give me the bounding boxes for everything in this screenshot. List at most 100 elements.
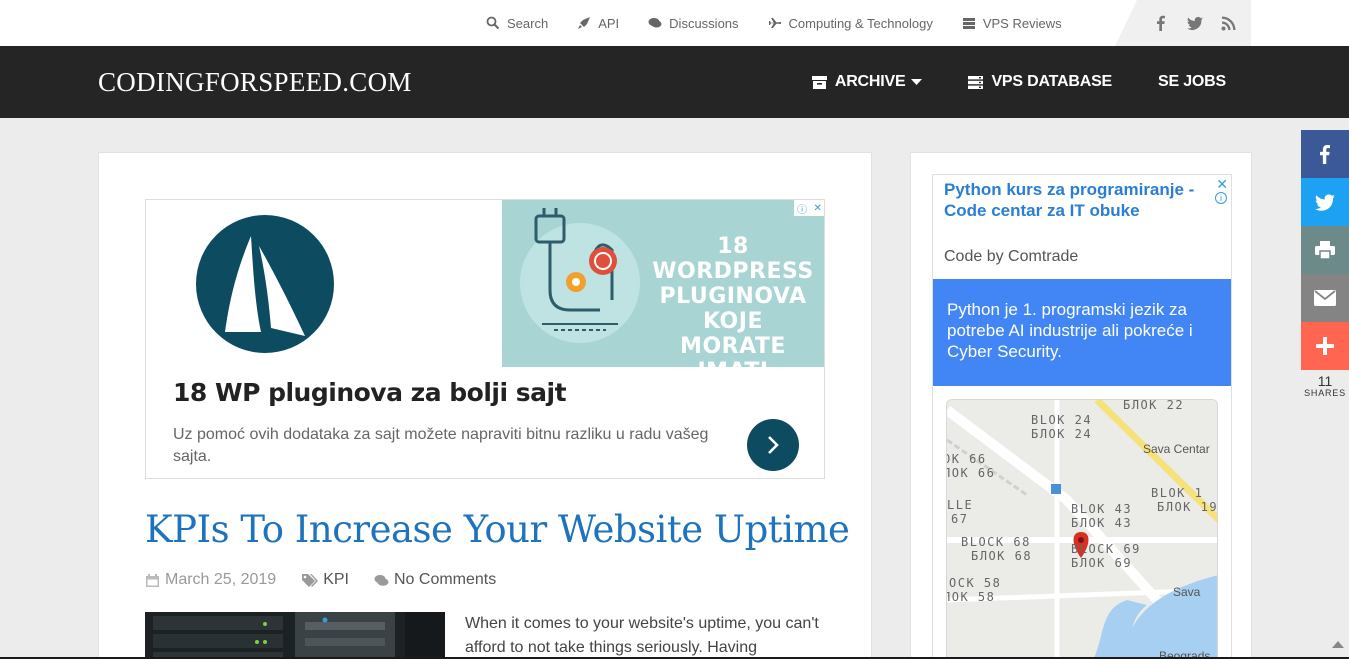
sidebar-ad-title[interactable]: Python kurs za programiranje - Code cent…	[944, 179, 1204, 221]
caret-down-icon	[911, 78, 923, 85]
post-intro: When it comes to your website's uptime, …	[465, 615, 819, 656]
top-link-label: Computing & Technology	[788, 15, 933, 31]
map-label: BLOCK 69	[1071, 542, 1141, 556]
archive-icon	[811, 75, 827, 89]
top-link-label: Discussions	[669, 15, 739, 31]
facebook-icon[interactable]	[1153, 15, 1169, 31]
map-label: BLOK 24	[1031, 413, 1093, 427]
nav-label: ARCHIVE	[834, 73, 906, 90]
map-label: БЛОК 24	[1031, 427, 1093, 441]
plus-icon	[1316, 337, 1334, 355]
main-content: 18 WORDPRESS PLUGINOVA KOJE MORATE IMATI…	[98, 152, 872, 659]
nav-label: VPS DATABASE	[991, 73, 1113, 90]
chevron-right-icon	[768, 436, 779, 454]
top-link-computing[interactable]: Computing & Technology	[768, 16, 933, 31]
post-title[interactable]: KPIs To Increase Your Website Uptime	[145, 508, 850, 551]
map-label: BLOCK 68	[961, 535, 1031, 549]
sidebar: Python kurs za programiranje - Code cent…	[910, 152, 1252, 659]
map-label: БЛОК 43	[1071, 516, 1133, 530]
nav-archive[interactable]: ARCHIVE	[811, 73, 923, 91]
share-more-button[interactable]	[1301, 322, 1349, 370]
sidebar-ad-advertiser: Code by Comtrade	[944, 248, 1079, 265]
calendar-icon	[146, 573, 159, 587]
map-label: ЛОК 66	[946, 466, 996, 480]
top-utility-bar: Search API Discussions Computing & Techn…	[0, 0, 1349, 46]
email-icon	[1314, 290, 1336, 306]
top-link-api[interactable]: API	[577, 16, 619, 31]
main-nav: ARCHIVE VPS DATABASE SE JOBS	[766, 46, 1226, 118]
top-social-links	[1115, 0, 1251, 46]
post-thumbnail[interactable]	[145, 612, 445, 659]
share-bar: 11 SHARES	[1301, 130, 1349, 398]
share-facebook-button[interactable]	[1301, 130, 1349, 178]
info-icon[interactable]: ⓘ	[797, 201, 807, 216]
comments-link[interactable]: No Comments	[394, 571, 496, 589]
share-count-number: 11	[1317, 373, 1333, 389]
category-link[interactable]: KPI	[323, 571, 349, 589]
map-label: ЛОК 58	[946, 590, 996, 604]
map-label: LLE	[947, 498, 974, 512]
print-icon	[1315, 241, 1335, 259]
map-label: OCK 58	[949, 576, 1002, 590]
ad-title[interactable]: 18 WP pluginova za bolji sajt	[173, 378, 567, 407]
sidebar-ad-map[interactable]: БЛОК 22 BLOK 24 БЛОК 24 Sava Centar OK 6…	[946, 399, 1218, 659]
post-comments[interactable]: No Comments	[374, 571, 496, 589]
map-label: БЛОК 22	[1123, 399, 1185, 412]
close-icon[interactable]: ✕	[1216, 176, 1228, 193]
site-header: CODINGFORSPEED.COM ARCHIVE VPS DATABASE …	[0, 46, 1349, 118]
share-email-button[interactable]	[1301, 274, 1349, 322]
top-link-label: Search	[507, 15, 549, 31]
map-label: BLOK 1	[1151, 486, 1204, 500]
nav-se-jobs[interactable]: SE JOBS	[1158, 73, 1226, 91]
ad-banner[interactable]: 18 WORDPRESS PLUGINOVA KOJE MORATE IMATI…	[145, 199, 825, 479]
ad-choices[interactable]: ⓘ ✕	[794, 200, 824, 216]
rocket-icon	[578, 17, 591, 29]
top-nav: Search API Discussions Computing & Techn…	[486, 0, 1091, 46]
ad-image: 18 WORDPRESS PLUGINOVA KOJE MORATE IMATI	[502, 200, 824, 384]
rss-icon[interactable]	[1221, 15, 1237, 31]
sailboat-logo	[196, 215, 334, 353]
close-icon[interactable]: ✕	[813, 203, 821, 214]
server-icon	[962, 18, 975, 29]
share-count: 11 SHARES	[1301, 374, 1349, 398]
info-icon[interactable]: i	[1215, 192, 1227, 204]
twitter-icon[interactable]	[1187, 15, 1203, 31]
post-meta: March 25, 2019 KPI No Comments	[145, 571, 521, 589]
ad-description: Uz pomoć ovih dodataka za sajt možete na…	[173, 426, 709, 465]
database-icon	[968, 75, 984, 89]
share-print-button[interactable]	[1301, 226, 1349, 274]
share-twitter-button[interactable]	[1301, 178, 1349, 226]
sidebar-ad-box-text: Python je 1. programski jezik za potrebe…	[947, 300, 1193, 361]
site-logo[interactable]: CODINGFORSPEED.COM	[98, 67, 412, 98]
facebook-icon	[1320, 145, 1330, 164]
date-text: March 25, 2019	[165, 571, 277, 588]
share-count-label: SHARES	[1304, 388, 1346, 398]
post-category[interactable]: KPI	[301, 571, 349, 589]
ad-image-text: 18 WORDPRESS PLUGINOVA KOJE MORATE IMATI	[652, 234, 814, 384]
map-label: BLOK 43	[1071, 502, 1133, 516]
search-icon	[486, 16, 500, 30]
top-link-label: VPS Reviews	[982, 15, 1062, 31]
map-label: Sava Centar	[1143, 442, 1210, 456]
tags-icon	[302, 573, 319, 587]
plane-icon	[768, 18, 781, 28]
nav-vps-database[interactable]: VPS DATABASE	[968, 73, 1112, 91]
sidebar-ad[interactable]: Python kurs za programiranje - Code cent…	[932, 174, 1232, 659]
top-link-search[interactable]: Search	[486, 16, 548, 31]
top-link-discussions[interactable]: Discussions	[648, 15, 739, 31]
twitter-icon	[1315, 194, 1335, 211]
top-link-vps-reviews[interactable]: VPS Reviews	[962, 16, 1062, 31]
map-label: OK 66	[946, 452, 987, 466]
server-rack-image	[145, 612, 445, 659]
top-link-label: API	[598, 15, 620, 31]
ad-go-button[interactable]	[747, 419, 799, 471]
nav-label: SE JOBS	[1158, 73, 1226, 90]
map-label: 67	[951, 512, 969, 526]
scroll-up-arrow-icon[interactable]	[1332, 641, 1344, 648]
post-date: March 25, 2019	[145, 571, 276, 589]
map-label: БЛОК 19	[1157, 500, 1218, 514]
sidebar-ad-box[interactable]: Python je 1. programski jezik za potrebe…	[933, 279, 1231, 386]
map-label: БЛОК 68	[971, 549, 1033, 563]
map-label: Sava	[1173, 585, 1201, 599]
comments-icon	[374, 574, 389, 586]
